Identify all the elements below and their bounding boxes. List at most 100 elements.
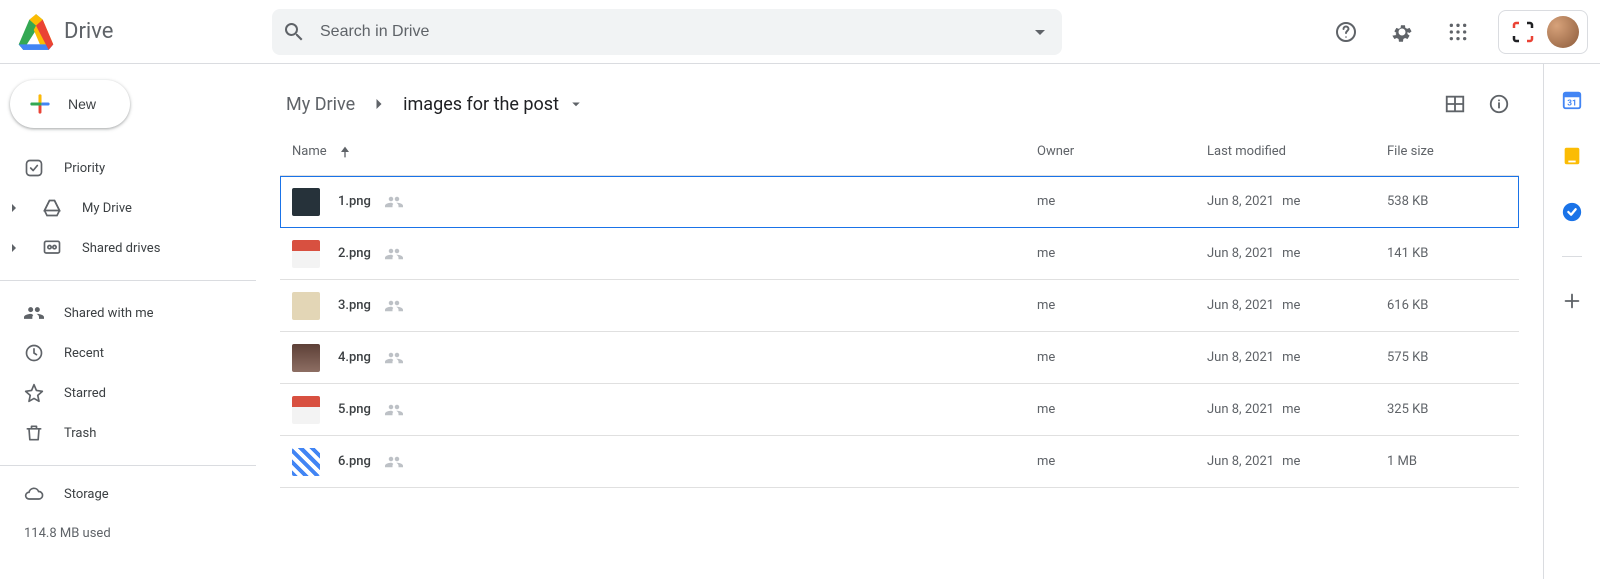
side-rail: 31 <box>1544 64 1600 579</box>
plus-icon <box>26 90 54 118</box>
column-header-owner[interactable]: Owner <box>1037 144 1207 159</box>
logo-area[interactable]: Drive <box>16 12 272 52</box>
sidebar-item-label: Storage <box>64 487 109 502</box>
storage-used-text: 114.8 MB used <box>0 514 256 553</box>
file-list: 1.pngmeJun 8, 2021me538 KB2.pngmeJun 8, … <box>280 176 1519 488</box>
file-name: 5.png <box>338 402 371 417</box>
breadcrumb-current-label: images for the post <box>403 94 559 115</box>
search-wrap <box>272 9 1062 55</box>
file-modified-by: me <box>1282 194 1300 209</box>
file-row[interactable]: 4.pngmeJun 8, 2021me575 KB <box>280 332 1519 384</box>
file-modified: Jun 8, 2021 me <box>1207 402 1387 417</box>
sidebar-item-starred[interactable]: Starred <box>0 373 256 413</box>
lens-icon <box>1511 20 1535 44</box>
rail-tasks[interactable] <box>1552 192 1592 232</box>
file-modified-date: Jun 8, 2021 <box>1207 402 1274 417</box>
expand-caret-icon[interactable] <box>6 203 22 213</box>
search-bar[interactable] <box>272 9 1062 55</box>
file-size: 1 MB <box>1387 454 1507 469</box>
column-header-size[interactable]: File size <box>1387 144 1507 159</box>
file-row[interactable]: 1.pngmeJun 8, 2021me538 KB <box>280 176 1519 228</box>
file-modified-by: me <box>1282 402 1300 417</box>
file-owner: me <box>1037 350 1207 365</box>
sidebar: New Priority My Drive Sha <box>0 64 256 579</box>
file-modified: Jun 8, 2021me <box>1207 454 1387 469</box>
breadcrumb-root[interactable]: My Drive <box>280 90 361 119</box>
topbar-actions <box>1322 8 1592 56</box>
file-name-cell: 4.png <box>292 344 1037 372</box>
topbar: Drive <box>0 0 1600 64</box>
file-thumbnail <box>292 240 320 268</box>
drive-logo-icon <box>16 12 56 52</box>
file-thumbnail <box>292 344 320 372</box>
file-row[interactable]: 3.pngmeJun 8, 2021me616 KB <box>280 280 1519 332</box>
sidebar-item-storage[interactable]: Storage <box>0 474 256 514</box>
sidebar-item-my-drive[interactable]: My Drive <box>0 188 256 228</box>
rail-add[interactable] <box>1552 281 1592 321</box>
settings-button[interactable] <box>1378 8 1426 56</box>
chevron-right-icon <box>369 94 389 114</box>
trash-icon <box>24 423 44 443</box>
sidebar-item-shared-with-me[interactable]: Shared with me <box>0 293 256 333</box>
file-thumbnail <box>292 448 320 476</box>
file-name: 3.png <box>338 298 371 313</box>
file-name-cell: 3.png <box>292 292 1037 320</box>
sidebar-item-label: Recent <box>64 346 104 361</box>
file-modified-date: Jun 8, 2021 <box>1207 246 1274 261</box>
details-pane-toggle[interactable] <box>1479 84 1519 124</box>
file-modified: Jun 8, 2021me <box>1207 194 1387 209</box>
rail-keep[interactable] <box>1552 136 1592 176</box>
file-row[interactable]: 2.pngmeJun 8, 2021me141 KB <box>280 228 1519 280</box>
file-name: 2.png <box>338 246 371 261</box>
rail-calendar[interactable]: 31 <box>1552 80 1592 120</box>
file-owner: me <box>1037 454 1207 469</box>
sidebar-item-label: Starred <box>64 386 106 401</box>
people-icon <box>24 303 44 323</box>
file-size: 141 KB <box>1387 246 1507 261</box>
file-name: 4.png <box>338 350 371 365</box>
sidebar-item-label: Trash <box>64 426 96 441</box>
file-size: 325 KB <box>1387 402 1507 417</box>
file-thumbnail <box>292 396 320 424</box>
star-icon <box>24 383 44 403</box>
app-name: Drive <box>64 19 113 44</box>
breadcrumb: My Drive images for the post <box>280 80 1519 128</box>
account-switcher[interactable] <box>1498 10 1588 54</box>
sidebar-item-recent[interactable]: Recent <box>0 333 256 373</box>
svg-text:31: 31 <box>1567 99 1576 109</box>
shared-icon <box>385 245 403 263</box>
apps-grid-button[interactable] <box>1434 8 1482 56</box>
cloud-icon <box>24 484 44 504</box>
breadcrumb-current[interactable]: images for the post <box>397 90 591 119</box>
priority-icon <box>24 158 44 178</box>
search-input[interactable] <box>320 23 1014 41</box>
file-size: 575 KB <box>1387 350 1507 365</box>
content-area: My Drive images for the post <box>256 64 1544 579</box>
new-button[interactable]: New <box>10 80 130 128</box>
expand-caret-icon[interactable] <box>6 243 22 253</box>
caret-down-icon <box>567 95 585 113</box>
file-owner: me <box>1037 402 1207 417</box>
help-button[interactable] <box>1322 8 1370 56</box>
shared-drives-icon <box>42 238 62 258</box>
grid-view-toggle[interactable] <box>1435 84 1475 124</box>
file-modified-date: Jun 8, 2021 <box>1207 350 1274 365</box>
file-modified: Jun 8, 2021 me <box>1207 350 1387 365</box>
sidebar-item-priority[interactable]: Priority <box>0 148 256 188</box>
file-row[interactable]: 6.pngmeJun 8, 2021me1 MB <box>280 436 1519 488</box>
sidebar-item-label: Shared drives <box>82 241 160 256</box>
search-options-caret-icon[interactable] <box>1028 20 1052 44</box>
avatar[interactable] <box>1547 16 1579 48</box>
file-modified-by: me <box>1282 454 1300 469</box>
column-header-name[interactable]: Name <box>292 144 1037 160</box>
file-row[interactable]: 5.pngmeJun 8, 2021me325 KB <box>280 384 1519 436</box>
file-thumbnail <box>292 292 320 320</box>
file-modified: Jun 8, 2021me <box>1207 246 1387 261</box>
sidebar-item-shared-drives[interactable]: Shared drives <box>0 228 256 268</box>
file-size: 616 KB <box>1387 298 1507 313</box>
column-label: Name <box>292 144 327 159</box>
clock-icon <box>24 343 44 363</box>
file-modified-by: me <box>1282 350 1300 365</box>
sidebar-item-trash[interactable]: Trash <box>0 413 256 453</box>
column-header-modified[interactable]: Last modified <box>1207 144 1387 159</box>
